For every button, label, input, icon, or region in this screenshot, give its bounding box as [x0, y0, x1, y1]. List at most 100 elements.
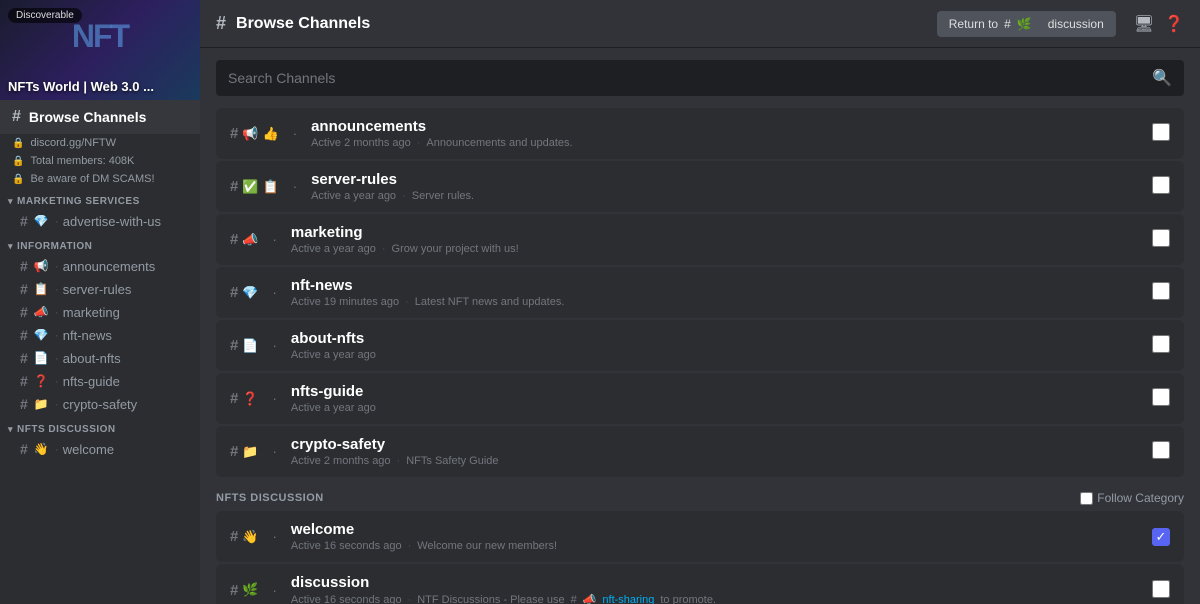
channel-icons-about-nfts: # 📄: [230, 337, 259, 354]
channel-row-about-nfts[interactable]: # 📄 · about-nfts Active a year ago: [216, 320, 1184, 371]
follow-category-checkbox[interactable]: [1080, 492, 1093, 505]
channel-name-marketing: marketing: [291, 224, 1142, 241]
checkbox-crypto-safety[interactable]: [1152, 441, 1170, 462]
sidebar-channel-advertise-label: advertise-with-us: [63, 214, 161, 229]
channel-info-discussion: discussion Active 16 seconds ago · NTF D…: [291, 574, 1142, 604]
channel-row-discussion[interactable]: # 🌿 · discussion Active 16 seconds ago ·…: [216, 564, 1184, 604]
sidebar-category-nfts-discussion-label: NFTS DISCUSSION: [17, 424, 116, 435]
row-doc2-icon: 📄: [242, 338, 258, 354]
channel-hash-icon-about: #: [20, 350, 28, 366]
chevron-down-icon-2: ▾: [8, 241, 13, 252]
channel-icons-welcome: # 👋: [230, 528, 259, 545]
sidebar-channel-nft-news[interactable]: # 💎 · nft-news: [4, 324, 196, 346]
sidebar-browse-button[interactable]: # Browse Channels: [0, 100, 200, 134]
search-bar: 🔍: [216, 60, 1184, 96]
help-icon-button[interactable]: ❓: [1164, 14, 1184, 34]
server-banner: Discoverable NFT NFTs World | Web 3.0 ..…: [0, 0, 200, 100]
channel-info-crypto-safety: crypto-safety Active 2 months ago · NFTs…: [291, 436, 1142, 467]
channel-name-rules: server-rules: [311, 171, 1142, 188]
row-clipboard-icon: 📋: [263, 179, 279, 195]
channel-megaphone2-icon: 📣: [34, 305, 49, 319]
channel-diamond-icon: 💎: [34, 214, 49, 228]
sidebar-channel-server-rules[interactable]: # 📋 · server-rules: [4, 278, 196, 300]
checkbox-nfts-guide[interactable]: [1152, 388, 1170, 409]
channel-name-about-nfts: about-nfts: [291, 330, 1142, 347]
chevron-down-icon-3: ▾: [8, 424, 13, 435]
channel-meta-nfts-guide: Active a year ago: [291, 402, 1142, 414]
sidebar-discord-link: discord.gg/NFTW: [30, 137, 116, 149]
sidebar-channel-about-nfts[interactable]: # 📄 · about-nfts: [4, 347, 196, 369]
row-folder2-icon: 📁: [242, 444, 258, 460]
monitor-icon-button[interactable]: 🖥: [1134, 14, 1154, 34]
follow-category-label: Follow Category: [1097, 491, 1184, 505]
nft-sharing-link[interactable]: nft-sharing: [602, 594, 654, 604]
dot-sep: ·: [273, 583, 277, 598]
sidebar-category-nfts-discussion[interactable]: ▾ NFTS DISCUSSION: [0, 416, 200, 437]
header-icons: 🖥 ❓: [1134, 14, 1184, 34]
channel-icons-marketing: # 📣: [230, 231, 259, 248]
follow-category-button[interactable]: Follow Category: [1080, 491, 1184, 505]
checkbox-server-rules[interactable]: [1152, 176, 1170, 197]
channel-row-nfts-guide[interactable]: # ❓ · nfts-guide Active a year ago: [216, 373, 1184, 424]
channel-meta-marketing: Active a year ago · Grow your project wi…: [291, 243, 1142, 255]
checkbox-welcome-checked[interactable]: ✓: [1152, 528, 1170, 546]
channel-meta-about-nfts: Active a year ago: [291, 349, 1142, 361]
sidebar-rules-label: server-rules: [63, 282, 132, 297]
channel-name-announcements: announcements: [311, 118, 1142, 135]
return-hash-icon: #: [1004, 17, 1011, 31]
checkbox-nft-news[interactable]: [1152, 282, 1170, 303]
row-hash-icon-inline: #: [571, 594, 577, 604]
search-input[interactable]: [228, 70, 1144, 86]
checkbox-marketing[interactable]: [1152, 229, 1170, 250]
checkbox-announcements[interactable]: [1152, 123, 1170, 144]
sidebar-channel-advertise[interactable]: # 💎 · advertise-with-us: [4, 210, 196, 232]
return-button[interactable]: Return to # 🌿 · discussion: [937, 11, 1116, 37]
page-title: Browse Channels: [236, 15, 370, 33]
channel-info-announcements: announcements Active 2 months ago · Anno…: [311, 118, 1142, 149]
channel-row-server-rules[interactable]: # ✅ 📋 · server-rules Active a year ago ·…: [216, 161, 1184, 212]
channel-icons-nft-news: # 💎: [230, 284, 259, 301]
row-sprout-icon: 🌿: [242, 582, 258, 598]
channel-row-nft-news[interactable]: # 💎 · nft-news Active 19 minutes ago · L…: [216, 267, 1184, 318]
row-hash-crypto: #: [230, 443, 238, 460]
row-megaphone3-icon: 📣: [242, 232, 258, 248]
sidebar-channel-welcome[interactable]: # 👋 · welcome: [4, 438, 196, 460]
dot-sep: ·: [293, 179, 297, 194]
sidebar-about-nfts-label: about-nfts: [63, 351, 121, 366]
channel-info-nfts-guide: nfts-guide Active a year ago: [291, 383, 1142, 414]
row-hash-ann: #: [230, 125, 238, 142]
sidebar-info-link[interactable]: 🔒 discord.gg/NFTW: [0, 134, 200, 152]
sidebar-info-scam: 🔒 Be aware of DM SCAMS!: [0, 170, 200, 188]
browse-hash-icon: #: [12, 108, 21, 126]
channel-clipboard-icon: 📋: [34, 282, 49, 296]
category-nfts-discussion-label: NFTS DISCUSSION: [216, 492, 324, 504]
sidebar-category-marketing[interactable]: ▾ MARKETING SERVICES: [0, 188, 200, 209]
sidebar-channel-announcements[interactable]: # 📢 · announcements: [4, 255, 196, 277]
row-diamond3-icon: 💎: [242, 285, 258, 301]
channel-row-marketing[interactable]: # 📣 · marketing Active a year ago · Grow…: [216, 214, 1184, 265]
channel-hash-icon-mkt: #: [20, 304, 28, 320]
checkbox-about-nfts[interactable]: [1152, 335, 1170, 356]
sidebar-category-information[interactable]: ▾ INFORMATION: [0, 233, 200, 254]
dot-sep: ·: [273, 444, 277, 459]
row-hash-mkt: #: [230, 231, 238, 248]
channels-list: # 📢 👍 · announcements Active 2 months ag…: [200, 108, 1200, 604]
sidebar-category-information-label: INFORMATION: [17, 241, 92, 252]
sidebar-members-count: Total members: 408K: [30, 155, 134, 167]
row-hash-welcome: #: [230, 528, 238, 545]
sidebar-browse-label: Browse Channels: [29, 109, 146, 125]
checkbox-discussion[interactable]: [1152, 580, 1170, 601]
channel-row-crypto-safety[interactable]: # 📁 · crypto-safety Active 2 months ago …: [216, 426, 1184, 477]
channel-row-announcements[interactable]: # 📢 👍 · announcements Active 2 months ag…: [216, 108, 1184, 159]
row-link-icon-inline: 📣: [583, 593, 597, 604]
sidebar: Discoverable NFT NFTs World | Web 3.0 ..…: [0, 0, 200, 604]
sidebar-channel-nfts-guide[interactable]: # ❓ · nfts-guide: [4, 370, 196, 392]
sidebar-category-marketing-label: MARKETING SERVICES: [17, 196, 140, 207]
channel-diamond2-icon: 💎: [34, 328, 49, 342]
search-bar-area: 🔍: [200, 48, 1200, 108]
row-hash-discussion: #: [230, 582, 238, 599]
sidebar-channel-crypto-safety[interactable]: # 📁 · crypto-safety: [4, 393, 196, 415]
sidebar-channel-marketing[interactable]: # 📣 · marketing: [4, 301, 196, 323]
channel-wave-icon: 👋: [34, 442, 49, 456]
channel-row-welcome[interactable]: # 👋 · welcome Active 16 seconds ago · We…: [216, 511, 1184, 562]
